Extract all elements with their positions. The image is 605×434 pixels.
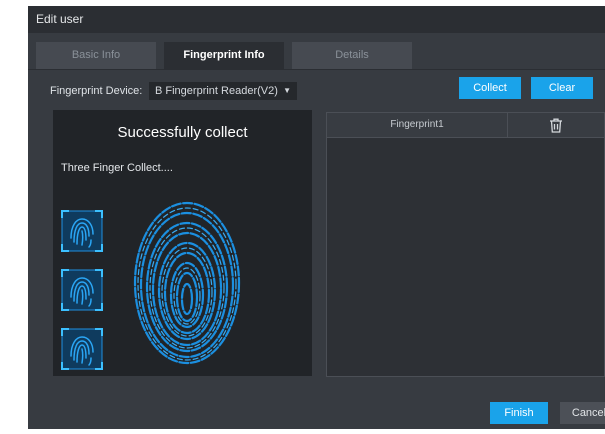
dropdown-arrow-icon: ▼ bbox=[283, 86, 291, 95]
edit-user-dialog: Edit user Basic Info Fingerprint Info De… bbox=[28, 6, 605, 429]
fingerprint-scan-image bbox=[133, 201, 241, 365]
collect-button[interactable]: Collect bbox=[459, 77, 521, 99]
fingerprint-table-header: Fingerprint1 bbox=[327, 113, 604, 138]
collect-instruction-text: Three Finger Collect.... bbox=[61, 162, 173, 174]
tab-divider bbox=[28, 69, 605, 70]
tab-fingerprint-info[interactable]: Fingerprint Info bbox=[164, 42, 284, 69]
delete-trash-icon[interactable] bbox=[549, 118, 563, 133]
finger-2-fingerprint-icon bbox=[61, 269, 103, 311]
tab-basic-info[interactable]: Basic Info bbox=[36, 42, 156, 69]
tab-details[interactable]: Details bbox=[292, 42, 412, 69]
fingerprint-device-label: Fingerprint Device: bbox=[50, 85, 143, 97]
fingerprint-preview-panel: Successfully collect Three Finger Collec… bbox=[53, 110, 312, 376]
fingerprint1-column-header: Fingerprint1 bbox=[327, 113, 508, 137]
fingerprint-table: Fingerprint1 bbox=[326, 112, 605, 377]
finish-button[interactable]: Finish bbox=[490, 402, 548, 424]
fingerprint-device-value: B Fingerprint Reader(V2) bbox=[155, 85, 278, 97]
finger-3-fingerprint-icon bbox=[61, 328, 103, 370]
finger-1-fingerprint-icon bbox=[61, 210, 103, 252]
dialog-title: Edit user bbox=[28, 6, 605, 33]
fingerprint-device-select[interactable]: B Fingerprint Reader(V2) ▼ bbox=[149, 82, 297, 100]
collect-status-text: Successfully collect bbox=[117, 124, 248, 141]
cancel-button[interactable]: Cancel bbox=[560, 402, 605, 424]
clear-button[interactable]: Clear bbox=[531, 77, 593, 99]
